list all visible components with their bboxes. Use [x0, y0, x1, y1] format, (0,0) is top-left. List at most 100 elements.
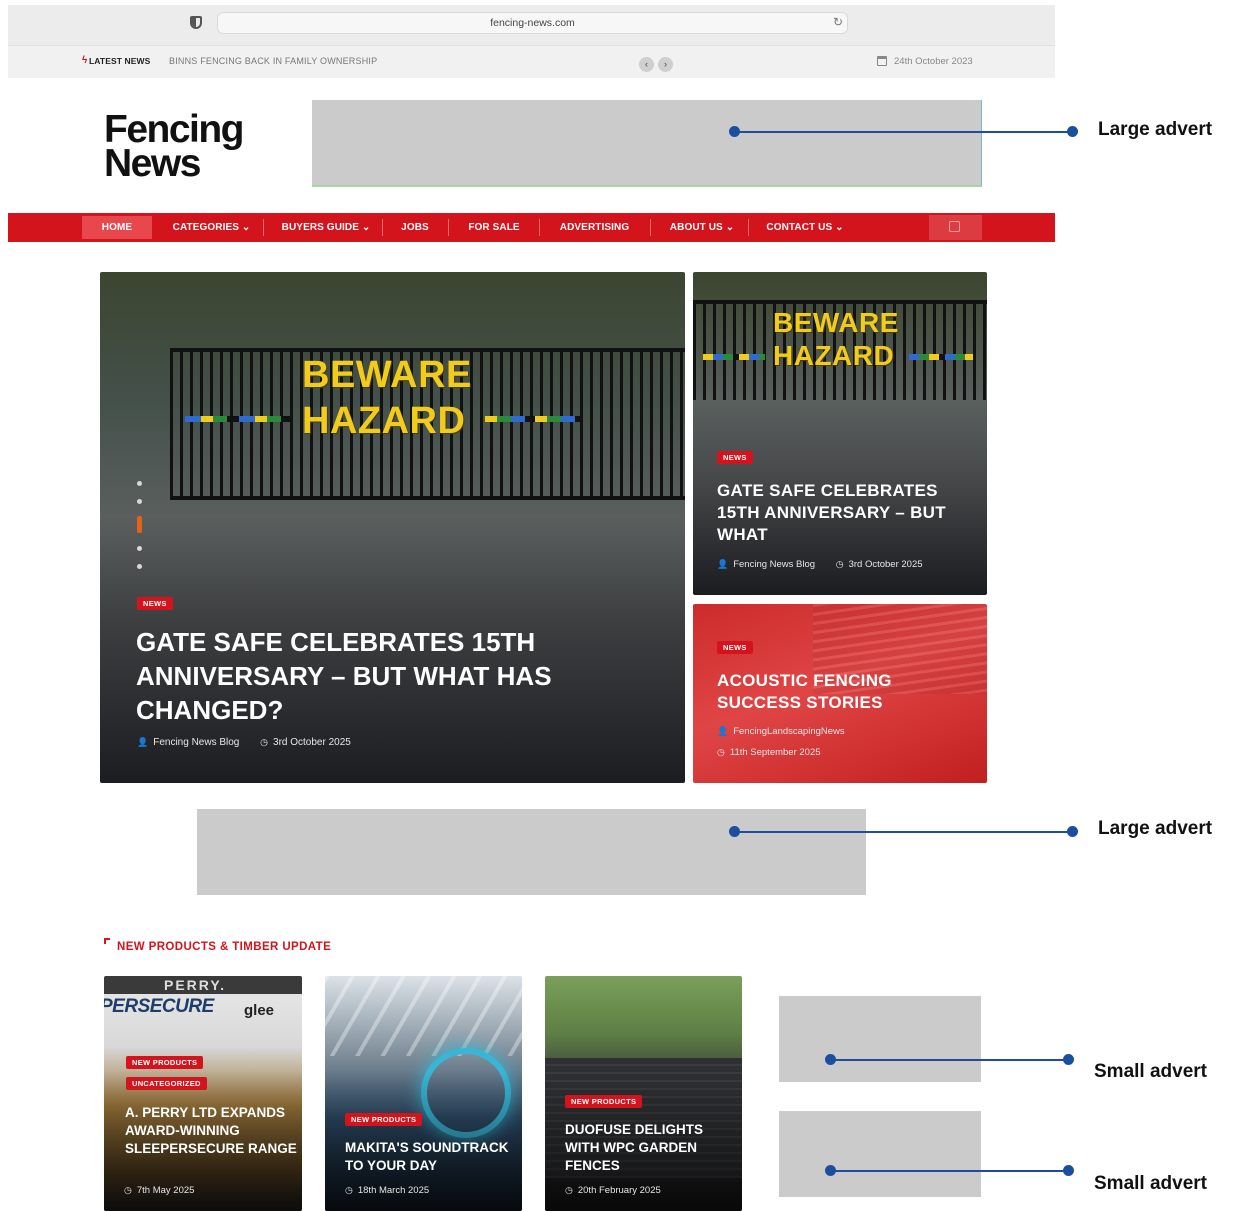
- small-advert-2[interactable]: [779, 1111, 981, 1197]
- category-badge[interactable]: NEW PRODUCTS: [345, 1113, 423, 1126]
- article-headline[interactable]: GATE SAFE CELEBRATES 15TH ANNIVERSARY – …: [136, 625, 576, 727]
- callout-line: [735, 831, 1073, 833]
- category-badge[interactable]: NEWS: [717, 451, 753, 464]
- nav-jobs[interactable]: JOBS: [385, 213, 445, 242]
- user-icon: 👤: [137, 737, 149, 747]
- card-date: 20th February 2025: [577, 1185, 661, 1196]
- card-date: 7th May 2025: [136, 1185, 195, 1196]
- clock-icon: ◷: [260, 737, 269, 747]
- nav-buyers-guide[interactable]: BUYERS GUIDE ⌄: [270, 213, 382, 242]
- nav-divider: [382, 219, 383, 236]
- current-date: 24th October 2023: [894, 56, 973, 67]
- address-bar[interactable]: fencing-news.com: [217, 12, 848, 34]
- article-meta: 👤 Fencing News Blog ◷ 3rd October 2025: [137, 737, 351, 748]
- callout-line: [831, 1170, 1069, 1172]
- featured-article-side-1[interactable]: BEWARE HAZARD NEWS GATE SAFE CELEBRATES …: [693, 272, 987, 595]
- product-card[interactable]: NEW PRODUCTS DUOFUSE DELIGHTS WITH WPC G…: [545, 976, 742, 1211]
- large-advert-middle[interactable]: [197, 809, 866, 895]
- nav-home[interactable]: HOME: [82, 213, 152, 242]
- article-author[interactable]: Fencing News Blog: [153, 737, 239, 748]
- nav-divider: [263, 219, 264, 236]
- small-advert-1[interactable]: [779, 996, 981, 1082]
- callout-line: [831, 1059, 1069, 1061]
- section-marker: [104, 938, 110, 944]
- sign-hazard: HAZARD: [302, 400, 466, 442]
- ticker-next-button[interactable]: ›: [658, 57, 673, 72]
- article-date: 3rd October 2025: [273, 737, 351, 748]
- card-headline[interactable]: MAKITA'S SOUNDTRACK TO YOUR DAY: [345, 1139, 520, 1175]
- category-badge[interactable]: NEW PRODUCTS: [565, 1095, 643, 1108]
- slider-dot[interactable]: [137, 564, 142, 569]
- card-headline[interactable]: DUOFUSE DELIGHTS WITH WPC GARDEN FENCES: [565, 1121, 740, 1175]
- latest-news-label: LATEST NEWS: [89, 56, 151, 66]
- slider-dot-active[interactable]: [137, 516, 142, 533]
- calendar-icon: [877, 56, 887, 66]
- hazard-stripe: [185, 416, 293, 422]
- nav-for-sale[interactable]: FOR SALE: [455, 213, 533, 242]
- site-logo[interactable]: Fencing News: [104, 110, 245, 185]
- gate-rail: [170, 496, 685, 500]
- nav-about-us[interactable]: ABOUT US ⌄: [657, 213, 747, 242]
- card-meta: ◷ 18th March 2025: [345, 1185, 429, 1196]
- callout-label-large-advert: Large advert: [1098, 818, 1213, 839]
- card-partner-logo: glee: [244, 1002, 275, 1019]
- nav-divider: [748, 219, 749, 236]
- nav-categories[interactable]: CATEGORIES ⌄: [160, 213, 263, 242]
- card-headline[interactable]: A. PERRY LTD EXPANDS AWARD-WINNING SLEEP…: [125, 1104, 300, 1158]
- user-icon: 👤: [717, 559, 729, 569]
- shield-icon[interactable]: [190, 16, 202, 29]
- search-icon: [949, 221, 960, 232]
- nav-divider: [448, 219, 449, 236]
- slider-dot[interactable]: [137, 546, 142, 551]
- article-author[interactable]: FencingLandscapingNews: [733, 726, 844, 737]
- card-date: 18th March 2025: [357, 1185, 430, 1196]
- callout-line: [735, 131, 1073, 133]
- callout-dot: [1067, 826, 1078, 837]
- reload-icon[interactable]: ↻: [833, 16, 843, 28]
- article-headline[interactable]: ACOUSTIC FENCING SUCCESS STORIES: [717, 670, 957, 714]
- slider-dot[interactable]: [137, 481, 142, 486]
- callout-label-small-advert: Small advert: [1094, 1061, 1207, 1082]
- category-badge[interactable]: NEW PRODUCTS: [126, 1056, 204, 1069]
- sign-beware: BEWARE: [302, 354, 472, 396]
- clock-icon: ◷: [565, 1185, 573, 1195]
- user-icon: 👤: [717, 726, 729, 736]
- nav-divider: [539, 219, 540, 236]
- card-product-name: PERSECURE: [104, 996, 214, 1017]
- callout-dot: [1067, 126, 1078, 137]
- category-badge[interactable]: NEWS: [137, 597, 173, 610]
- large-advert-top[interactable]: [312, 100, 982, 187]
- article-date: 3rd October 2025: [848, 559, 923, 570]
- callout-label-small-advert: Small advert: [1094, 1173, 1207, 1194]
- card-meta: ◷ 7th May 2025: [124, 1185, 194, 1196]
- nav-advertising[interactable]: ADVERTISING: [544, 213, 645, 242]
- featured-article-main[interactable]: BEWARE HAZARD NEWS GATE SAFE CELEBRATES …: [100, 272, 685, 783]
- clock-icon: ◷: [345, 1185, 353, 1195]
- article-headline[interactable]: GATE SAFE CELEBRATES 15TH ANNIVERSARY – …: [717, 480, 957, 546]
- product-card[interactable]: PERRY. PERSECURE glee NEW PRODUCTS UNCAT…: [104, 976, 302, 1211]
- callout-dot: [1063, 1054, 1074, 1065]
- callout-dot: [1063, 1165, 1074, 1176]
- category-badge[interactable]: UNCATEGORIZED: [126, 1077, 207, 1090]
- card-brand: PERRY.: [164, 977, 227, 993]
- product-card[interactable]: NEW PRODUCTS MAKITA'S SOUNDTRACK TO YOUR…: [325, 976, 522, 1211]
- card-image: [325, 976, 522, 1056]
- nav-contact-us[interactable]: CONTACT US ⌄: [753, 213, 857, 242]
- article-date: 11th September 2025: [729, 747, 821, 758]
- featured-article-side-2[interactable]: NEWS ACOUSTIC FENCING SUCCESS STORIES 👤 F…: [693, 604, 987, 783]
- nav-divider: [650, 219, 651, 236]
- clock-icon: ◷: [835, 559, 844, 569]
- callout-label-large-advert: Large advert: [1098, 119, 1213, 140]
- logo-line-2: News: [104, 142, 201, 185]
- clock-icon: ◷: [717, 747, 725, 757]
- ticker-prev-button[interactable]: ‹: [639, 57, 654, 72]
- category-badge[interactable]: NEWS: [717, 641, 753, 654]
- article-meta-date: ◷ 11th September 2025: [717, 747, 821, 758]
- ticker-headline-link[interactable]: BINNS FENCING BACK IN FAMILY OWNERSHIP: [169, 56, 377, 66]
- slider-dot[interactable]: [137, 499, 142, 504]
- article-author[interactable]: Fencing News Blog: [733, 559, 815, 570]
- article-meta-author: 👤 FencingLandscapingNews: [717, 726, 845, 737]
- clock-icon: ◷: [124, 1185, 132, 1195]
- article-meta: 👤 Fencing News Blog ◷ 3rd October 2025: [717, 559, 923, 570]
- section-title[interactable]: NEW PRODUCTS & TIMBER UPDATE: [117, 941, 331, 953]
